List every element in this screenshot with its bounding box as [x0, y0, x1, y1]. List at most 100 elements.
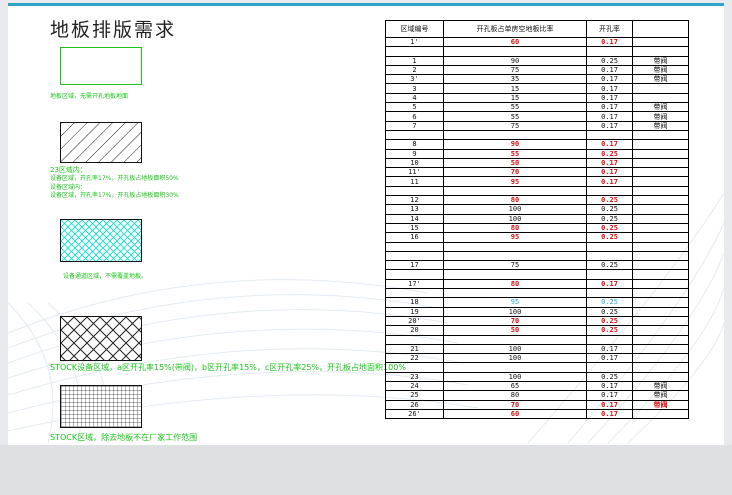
cell-valve [632, 287, 689, 299]
table-row: 5 55 0.17 带阀 [385, 102, 689, 113]
table-row: 3' 35 0.17 带阀 [385, 74, 689, 85]
cell-valve [632, 371, 689, 383]
cell-zone: 14 [385, 213, 444, 224]
cell-ratio: 55 [443, 102, 587, 113]
note-plain-floor: 地板区域，无需开孔地板地面 [50, 93, 129, 100]
cell-valve [632, 306, 689, 317]
cell-valve [632, 139, 689, 150]
table-row: 7 75 0.17 带阀 [385, 120, 689, 131]
cell-ratio: 75 [443, 260, 587, 271]
cell-rate: 0.25 [586, 204, 633, 215]
note-equipment-zone-detail: 设备区域，开孔率17%，开孔板占地板面积30% [50, 192, 179, 199]
cell-valve [632, 222, 689, 234]
legend-grid [60, 385, 142, 428]
cell-ratio: 60 [443, 36, 587, 48]
cell-ratio: 55 [443, 111, 587, 122]
cell-rate [586, 241, 633, 252]
cell-zone: 8 [385, 139, 444, 150]
table-row [385, 287, 689, 299]
cell-ratio: 100 [443, 213, 587, 224]
cell-rate: 0.17 [586, 139, 633, 150]
cell-zone: 11 [385, 176, 444, 187]
cell-rate: 0.17 [586, 120, 633, 131]
cell-ratio [443, 269, 587, 280]
cell-zone [385, 287, 444, 299]
cell-ratio [443, 185, 587, 197]
cell-ratio: 60 [443, 408, 587, 420]
cell-rate: 0.25 [586, 148, 633, 159]
cell-valve [632, 315, 689, 327]
cell-valve: 带阀 [632, 380, 689, 392]
table-row: 26' 60 0.17 [385, 408, 689, 420]
header-rate: 开孔率 [586, 20, 633, 38]
cell-rate [586, 250, 633, 262]
table-row: 16 95 0.25 [385, 232, 689, 243]
note-stock-area: STOCK区域，除去地板不在厂家工作范围 [50, 433, 198, 442]
table-row: 19 100 0.25 [385, 306, 689, 317]
cell-zone: 18 [385, 297, 444, 308]
cell-zone: 1 [385, 55, 444, 66]
table-row [385, 334, 689, 345]
table-row: 24 65 0.17 带阀 [385, 380, 689, 392]
cell-valve [632, 325, 689, 336]
legend-diagonal-hatch [60, 122, 142, 163]
cell-rate: 0.25 [586, 306, 633, 317]
cell-rate: 0.17 [586, 102, 633, 113]
table-row [385, 250, 689, 262]
cell-ratio [443, 334, 587, 345]
cell-zone: 13 [385, 204, 444, 215]
cell-ratio: 50 [443, 157, 587, 169]
cell-zone [385, 269, 444, 280]
cell-ratio: 95 [443, 297, 587, 308]
cell-valve [632, 250, 689, 262]
cell-valve: 带阀 [632, 120, 689, 131]
cell-zone [385, 334, 444, 345]
table-row: 26 70 0.17 带阀 [385, 399, 689, 410]
cell-valve: 带阀 [632, 102, 689, 113]
cell-valve: 带阀 [632, 55, 689, 66]
table-row [385, 241, 689, 252]
table-row [385, 362, 689, 373]
cell-ratio: 95 [443, 176, 587, 187]
table-row [385, 269, 689, 280]
table-row: 4 15 0.17 [385, 92, 689, 104]
table-row: 17' 80 0.17 [385, 278, 689, 290]
cell-valve [632, 260, 689, 271]
table-row: 8 90 0.17 [385, 139, 689, 150]
cell-valve [632, 408, 689, 420]
cell-rate: 0.25 [586, 371, 633, 383]
cell-valve [632, 213, 689, 224]
cell-zone: 15 [385, 222, 444, 234]
cell-ratio: 100 [443, 204, 587, 215]
cell-ratio: 80 [443, 195, 587, 206]
cell-ratio [443, 287, 587, 299]
cell-rate [586, 334, 633, 345]
cell-valve [632, 195, 689, 206]
cell-rate: 0.17 [586, 157, 633, 169]
cell-valve [632, 46, 689, 57]
cell-zone: 20' [385, 315, 444, 327]
cell-valve [632, 204, 689, 215]
cell-rate: 0.17 [586, 74, 633, 85]
black-crosshatch-pattern [61, 317, 141, 360]
table-row [385, 129, 689, 141]
page-footer-bar [0, 445, 732, 495]
header-ratio: 开孔板占单房空地板比率 [443, 20, 587, 38]
cell-zone: 17' [385, 278, 444, 290]
cell-rate: 0.25 [586, 297, 633, 308]
cell-valve [632, 92, 689, 104]
cell-ratio [443, 241, 587, 252]
table-row: 11' 70 0.17 [385, 167, 689, 178]
cell-valve [632, 362, 689, 373]
cell-rate: 0.25 [586, 195, 633, 206]
table-row: 23 100 0.25 [385, 371, 689, 383]
cell-zone: 7 [385, 120, 444, 131]
cell-zone: 23 [385, 371, 444, 383]
cell-valve [632, 167, 689, 178]
table-header-row: 区域编号 开孔板占单房空地板比率 开孔率 [385, 20, 689, 38]
cell-rate [586, 269, 633, 280]
legend-cyan-crosshatch [60, 219, 142, 262]
cell-ratio [443, 129, 587, 141]
cell-rate: 0.17 [586, 83, 633, 94]
cell-rate: 0.17 [586, 176, 633, 187]
